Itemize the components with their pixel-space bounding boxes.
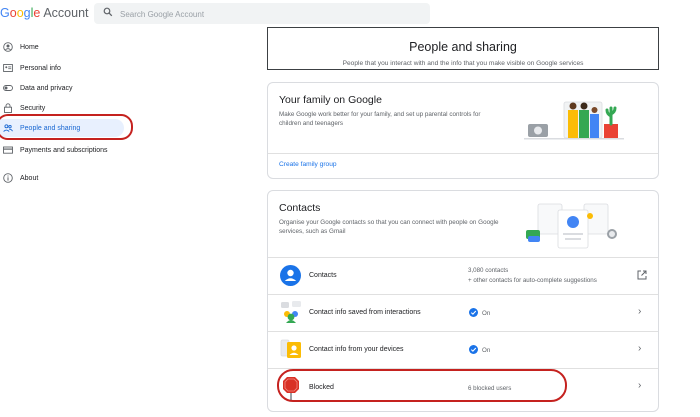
page-subtitle: People that you interact with and the in… xyxy=(342,60,584,67)
family-card-divider xyxy=(268,153,658,154)
interactions-status: On xyxy=(482,310,491,317)
google-account-logo[interactable]: Google Account xyxy=(0,6,89,20)
interactions-people-icon xyxy=(281,301,301,323)
interactions-row-label: Contact info saved from interactions xyxy=(309,309,421,316)
logo-letter: o xyxy=(9,6,17,20)
contacts-illustration xyxy=(526,203,617,249)
info-icon xyxy=(3,173,13,183)
contacts-count: 3,080 contacts xyxy=(468,267,509,274)
sidebar-item-label: Personal info xyxy=(20,64,61,72)
lock-icon xyxy=(3,103,13,113)
annotation-oval-blocked xyxy=(277,369,567,402)
contacts-icon xyxy=(280,265,301,286)
devices-status: On xyxy=(482,347,491,354)
sidebar-item-label: Data and privacy xyxy=(20,84,73,92)
page-title: People and sharing xyxy=(409,40,517,54)
sidebar-item-personal-info[interactable]: Personal info xyxy=(0,59,124,77)
chevron-right-icon[interactable]: › xyxy=(638,306,641,317)
search-icon xyxy=(103,7,113,17)
create-family-group-link[interactable]: Create family group xyxy=(279,161,337,168)
logo-letter: G xyxy=(0,6,10,20)
family-card-description: Make Google work better for your family,… xyxy=(279,111,481,127)
devices-row-label: Contact info from your devices xyxy=(309,346,404,353)
sidebar-item-payments[interactable]: Payments and subscriptions xyxy=(0,141,124,159)
contacts-card-title: Contacts xyxy=(279,202,321,214)
annotation-oval-people-sharing xyxy=(0,114,133,140)
sidebar-item-label: About xyxy=(20,174,39,182)
sidebar-item-home[interactable]: Home xyxy=(0,38,124,56)
logo-letter: o xyxy=(16,6,24,20)
open-external-icon[interactable] xyxy=(637,270,647,280)
sidebar-item-label: Payments and subscriptions xyxy=(20,146,108,154)
search-input[interactable] xyxy=(118,4,422,25)
chevron-right-icon[interactable]: › xyxy=(638,380,641,391)
logo-letter: g xyxy=(23,6,31,20)
sidebar-item-about[interactable]: About xyxy=(0,169,124,187)
family-illustration xyxy=(524,101,624,140)
sidebar-item-data-privacy[interactable]: Data and privacy xyxy=(0,79,124,97)
contacts-row-label: Contacts xyxy=(309,272,337,279)
chevron-right-icon[interactable]: › xyxy=(638,343,641,354)
logo-letter: e xyxy=(33,6,41,20)
credit-card-icon xyxy=(3,145,13,155)
sidebar-item-label: Security xyxy=(20,104,46,112)
check-circle-icon xyxy=(469,345,478,354)
page-header: People and sharing People that you inter… xyxy=(267,27,659,70)
id-card-icon xyxy=(3,63,13,73)
toggle-icon xyxy=(3,83,13,93)
logo-suffix: Account xyxy=(43,6,89,20)
sidebar-item-label: Home xyxy=(20,43,39,51)
contacts-card-description: Organise your Google contacts so that yo… xyxy=(279,219,499,235)
contacts-other-info: + other contacts for auto-complete sugge… xyxy=(468,277,597,284)
person-circle-icon xyxy=(3,42,13,52)
family-card-title: Your family on Google xyxy=(279,94,382,106)
check-circle-icon xyxy=(469,308,478,317)
search-bar[interactable] xyxy=(94,3,430,25)
devices-contact-icon xyxy=(280,339,301,358)
